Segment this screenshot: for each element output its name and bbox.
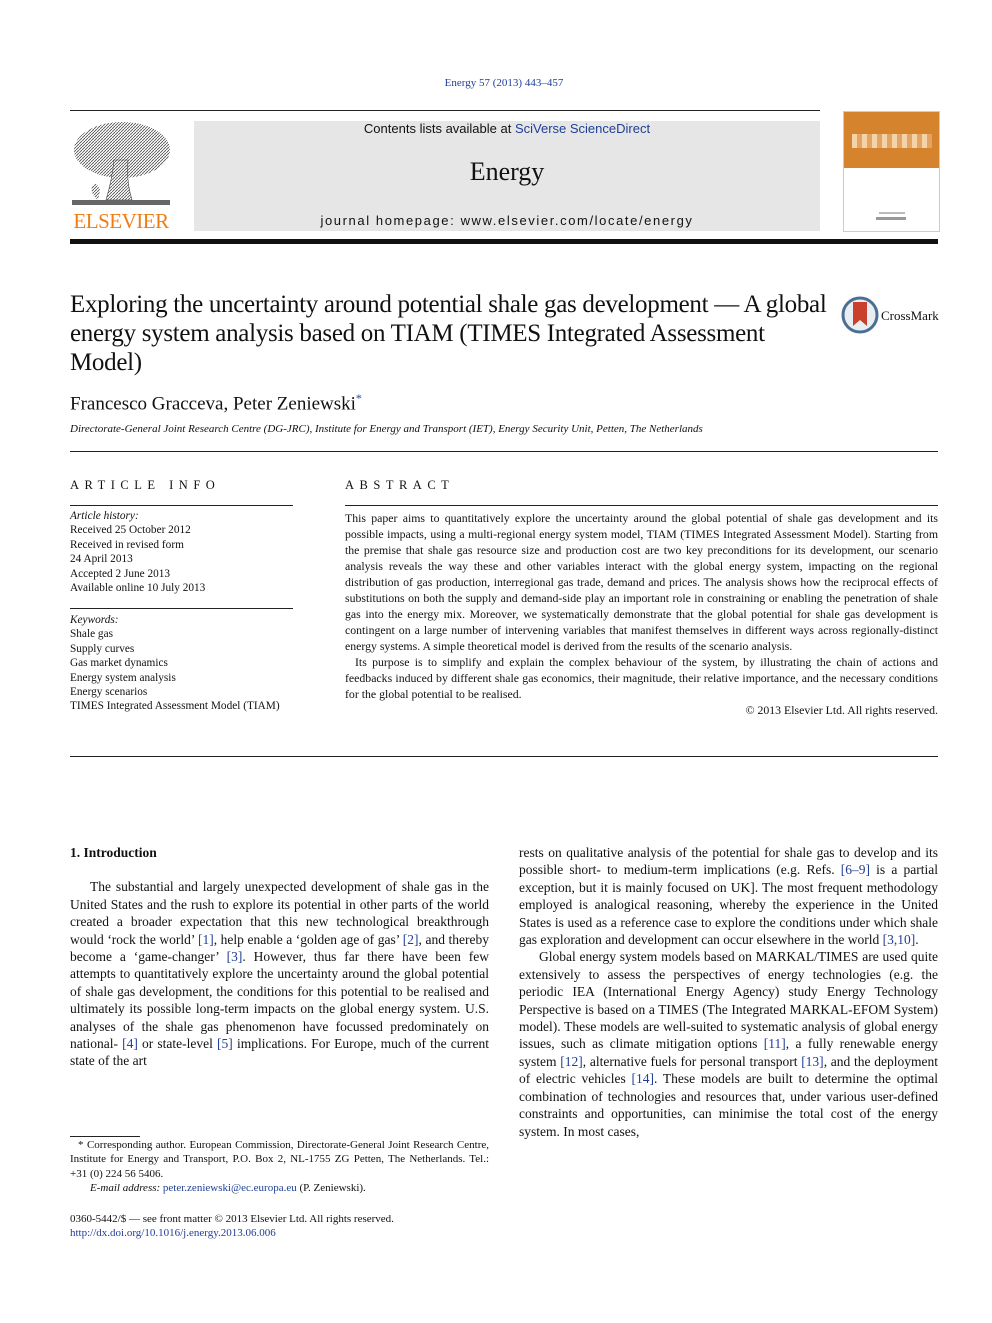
cover-text-line [879, 212, 905, 214]
email-link[interactable]: peter.zeniewski@ec.europa.eu [163, 1182, 297, 1194]
contents-prefix: Contents lists available at [363, 121, 515, 136]
history-item: Available online 10 July 2013 [70, 582, 206, 595]
citation-link[interactable]: [4] [122, 1036, 138, 1051]
citation-link[interactable]: [3,10] [883, 932, 916, 947]
elsevier-wordmark: ELSEVIER [73, 209, 169, 233]
info-rule [70, 608, 293, 609]
elsevier-tree-icon [72, 122, 170, 205]
abstract-paragraph: This paper aims to quantitatively explor… [345, 511, 938, 653]
journal-name: Energy [469, 157, 545, 186]
body-text: or state-level [137, 1036, 218, 1052]
history-item: Received in revised form [70, 538, 184, 551]
abstract-copyright: © 2013 Elsevier Ltd. All rights reserved… [745, 703, 938, 717]
header-thick-rule [70, 239, 938, 244]
history-item: Accepted 2 June 2013 [70, 567, 171, 580]
abstract-heading: ABSTRACT [345, 478, 455, 492]
front-matter: 0360-5442/$ — see front matter © 2013 El… [70, 1212, 489, 1241]
keyword-item: Energy scenarios [70, 686, 148, 699]
corresponding-author-note: * Corresponding author. European Commiss… [70, 1139, 489, 1180]
article-history: Article history: Received 25 October 201… [70, 509, 300, 595]
abstract-paragraph: Its purpose is to simplify and explain t… [345, 655, 938, 701]
article-info-heading: ARTICLE INFO [70, 478, 221, 492]
header-rule [70, 110, 820, 111]
keyword-item: Energy system analysis [70, 671, 176, 684]
email-label: E-mail address: [90, 1181, 163, 1194]
crossmark-icon [841, 296, 879, 334]
info-rule [70, 505, 293, 506]
body-column-left: 1. Introduction The substantial and larg… [70, 844, 489, 1070]
citation-link[interactable]: [3] [227, 949, 243, 964]
citation-link[interactable]: [14] [632, 1071, 655, 1086]
keyword-item: Shale gas [70, 628, 113, 641]
body-text: , alternative fuels for personal transpo… [582, 1053, 802, 1069]
affiliation: Directorate-General Joint Research Centr… [70, 423, 703, 435]
body-column-right: rests on qualitative analysis of the pot… [519, 844, 938, 1140]
footnote: * Corresponding author. European Commiss… [70, 1138, 489, 1195]
abstract-rule [345, 505, 938, 506]
contents-line: Contents lists available at SciVerse Sci… [194, 121, 820, 137]
footnote-rule [70, 1136, 140, 1137]
email-suffix: (P. Zeniewski). [296, 1181, 366, 1194]
crossmark-label: CrossMark [881, 308, 939, 323]
crossmark-button[interactable]: CrossMark [841, 296, 941, 336]
elsevier-logo[interactable]: ELSEVIER [70, 120, 172, 232]
abstract-body: This paper aims to quantitatively explor… [345, 510, 938, 718]
citation-link[interactable]: [13] [801, 1054, 824, 1069]
body-paragraph: rests on qualitative analysis of the pot… [519, 844, 938, 948]
author-names: Francesco Gracceva, Peter Zeniewski [70, 393, 356, 415]
citation-link[interactable]: [6–9] [841, 862, 870, 877]
corresponding-author-mark[interactable]: * [356, 391, 362, 405]
body-paragraph: Global energy system models based on MAR… [519, 948, 938, 1139]
citation-link[interactable]: [2] [403, 932, 419, 947]
history-item: 24 April 2013 [70, 553, 133, 566]
citation-link[interactable]: [12] [560, 1054, 583, 1069]
citation-link[interactable]: [5] [217, 1036, 233, 1051]
cover-title-graphic [852, 134, 932, 148]
authors: Francesco Gracceva, Peter Zeniewski* [70, 391, 362, 415]
journal-citation-link[interactable]: Energy 57 (2013) 443–457 [0, 77, 992, 89]
body-text: . [915, 932, 919, 948]
doi-link[interactable]: http://dx.doi.org/10.1016/j.energy.2013.… [70, 1226, 489, 1240]
keyword-item: TIMES Integrated Assessment Model (TIAM) [70, 700, 280, 713]
history-label: Article history: [70, 510, 139, 522]
citation-link[interactable]: [1] [198, 932, 214, 947]
email-line: E-mail address: peter.zeniewski@ec.europ… [70, 1181, 489, 1195]
body-text: , help enable a ‘golden age of gas’ [213, 931, 403, 947]
homepage-url-link[interactable]: www.elsevier.com/locate/energy [461, 213, 694, 228]
keyword-item: Supply curves [70, 642, 135, 655]
section-heading-introduction: 1. Introduction [70, 845, 157, 860]
keywords: Keywords: Shale gas Supply curves Gas ma… [70, 613, 310, 714]
sciencedirect-link[interactable]: SciVerse ScienceDirect [515, 121, 650, 136]
journal-homepage: journal homepage: www.elsevier.com/locat… [194, 213, 820, 228]
issn-line: 0360-5442/$ — see front matter © 2013 El… [70, 1213, 394, 1225]
journal-header-banner: Contents lists available at SciVerse Sci… [194, 121, 820, 231]
cover-text-line [876, 217, 906, 220]
history-item: Received 25 October 2012 [70, 524, 191, 537]
journal-cover-image[interactable] [843, 111, 940, 232]
keyword-item: Gas market dynamics [70, 657, 168, 670]
abstract-bottom-rule [70, 756, 938, 757]
citation-link[interactable]: [11] [764, 1036, 786, 1051]
article-title: Exploring the uncertainty around potenti… [70, 291, 827, 376]
keywords-label: Keywords: [70, 614, 119, 626]
body-paragraph: The substantial and largely unexpected d… [70, 878, 489, 1069]
homepage-prefix: journal homepage: [320, 213, 461, 228]
section-rule [70, 451, 938, 452]
